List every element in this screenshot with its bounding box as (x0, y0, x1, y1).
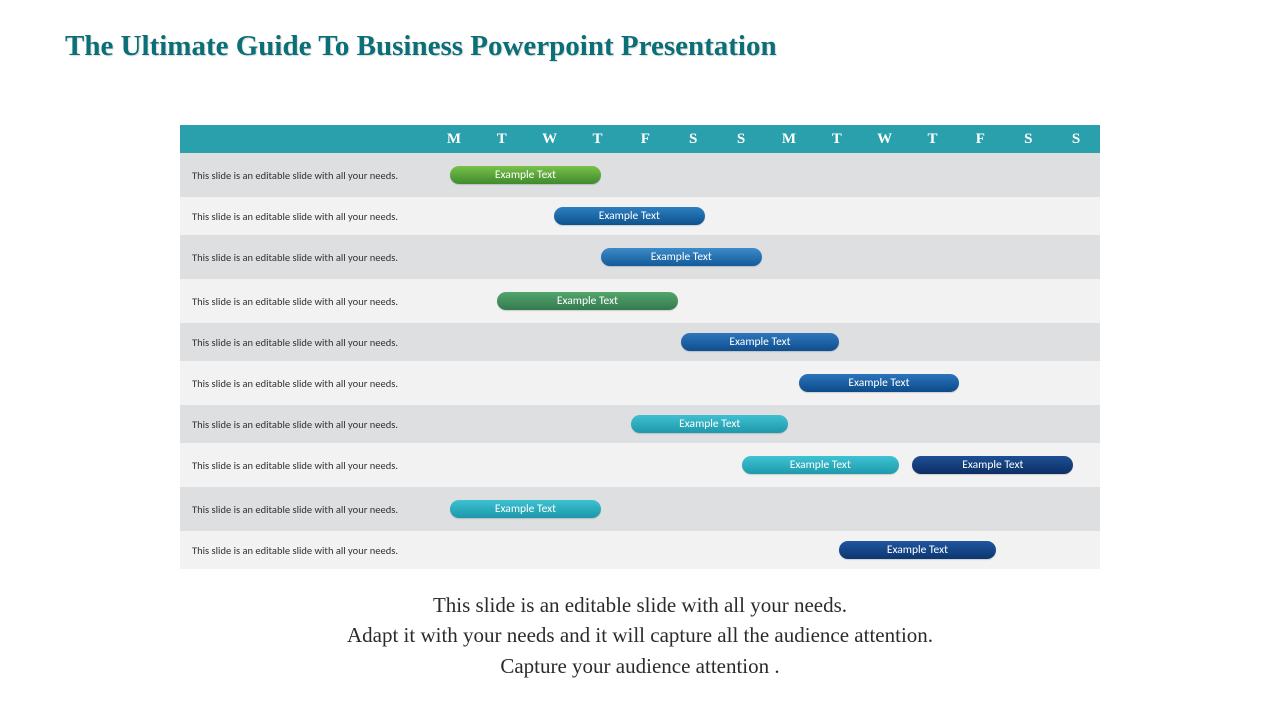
gantt-bar: Example Text (742, 456, 899, 474)
gantt-row: This slide is an editable slide with all… (180, 153, 1100, 197)
gantt-day-header: S (717, 131, 765, 148)
gantt-bar-area: Example Text (430, 279, 1100, 323)
gantt-row-label: This slide is an editable slide with all… (180, 544, 430, 557)
gantt-bar-area: Example Text (430, 361, 1100, 405)
gantt-bar-area: Example Text (430, 405, 1100, 443)
gantt-row-label: This slide is an editable slide with all… (180, 503, 430, 516)
gantt-bar: Example Text (912, 456, 1073, 474)
gantt-bar: Example Text (839, 541, 996, 559)
gantt-bar-area: Example Text (430, 487, 1100, 531)
gantt-row-label: This slide is an editable slide with all… (180, 459, 430, 472)
gantt-bar: Example Text (450, 166, 601, 184)
gantt-bar-area: Example Text (430, 531, 1100, 569)
gantt-day-header: M (765, 131, 813, 148)
gantt-row-label: This slide is an editable slide with all… (180, 210, 430, 223)
gantt-row: This slide is an editable slide with all… (180, 405, 1100, 443)
gantt-row-label: This slide is an editable slide with all… (180, 169, 430, 182)
gantt-bar: Example Text (497, 292, 678, 310)
page-title: The Ultimate Guide To Business Powerpoin… (65, 30, 777, 63)
gantt-day-header: S (669, 131, 717, 148)
footer-text: This slide is an editable slide with all… (0, 590, 1280, 681)
gantt-day-header: T (813, 131, 861, 148)
gantt-row-label: This slide is an editable slide with all… (180, 251, 430, 264)
gantt-day-header: S (1052, 131, 1100, 148)
footer-line-2: Adapt it with your needs and it will cap… (0, 620, 1280, 650)
gantt-day-header: W (861, 131, 909, 148)
gantt-bar-area: Example Text (430, 323, 1100, 361)
gantt-bar: Example Text (681, 333, 838, 351)
gantt-bar-area: Example Text (430, 235, 1100, 279)
gantt-row-label: This slide is an editable slide with all… (180, 336, 430, 349)
gantt-header: MTWTFSSMTWTFSS (180, 125, 1100, 153)
gantt-day-header: W (526, 131, 574, 148)
gantt-day-header: T (574, 131, 622, 148)
gantt-day-header: T (478, 131, 526, 148)
gantt-day-header: T (909, 131, 957, 148)
gantt-row: This slide is an editable slide with all… (180, 235, 1100, 279)
gantt-day-header: M (430, 131, 478, 148)
gantt-bar: Example Text (601, 248, 762, 266)
gantt-chart: MTWTFSSMTWTFSS This slide is an editable… (180, 125, 1100, 569)
gantt-bar-area: Example Text (430, 153, 1100, 197)
gantt-row: This slide is an editable slide with all… (180, 279, 1100, 323)
gantt-row-label: This slide is an editable slide with all… (180, 377, 430, 390)
footer-line-1: This slide is an editable slide with all… (0, 590, 1280, 620)
footer-line-3: Capture your audience attention . (0, 651, 1280, 681)
gantt-day-header: S (1004, 131, 1052, 148)
gantt-row: This slide is an editable slide with all… (180, 531, 1100, 569)
gantt-bar: Example Text (450, 500, 601, 518)
gantt-row: This slide is an editable slide with all… (180, 323, 1100, 361)
gantt-day-header: F (621, 131, 669, 148)
gantt-day-header: F (956, 131, 1004, 148)
gantt-bar: Example Text (799, 374, 960, 392)
gantt-bar-area: Example Text Example Text (430, 443, 1100, 487)
gantt-row-label: This slide is an editable slide with all… (180, 295, 430, 308)
gantt-row: This slide is an editable slide with all… (180, 361, 1100, 405)
gantt-bar: Example Text (631, 415, 788, 433)
gantt-row-label: This slide is an editable slide with all… (180, 418, 430, 431)
gantt-row: This slide is an editable slide with all… (180, 443, 1100, 487)
gantt-row: This slide is an editable slide with all… (180, 197, 1100, 235)
gantt-row: This slide is an editable slide with all… (180, 487, 1100, 531)
gantt-bar: Example Text (554, 207, 705, 225)
gantt-bar-area: Example Text (430, 197, 1100, 235)
